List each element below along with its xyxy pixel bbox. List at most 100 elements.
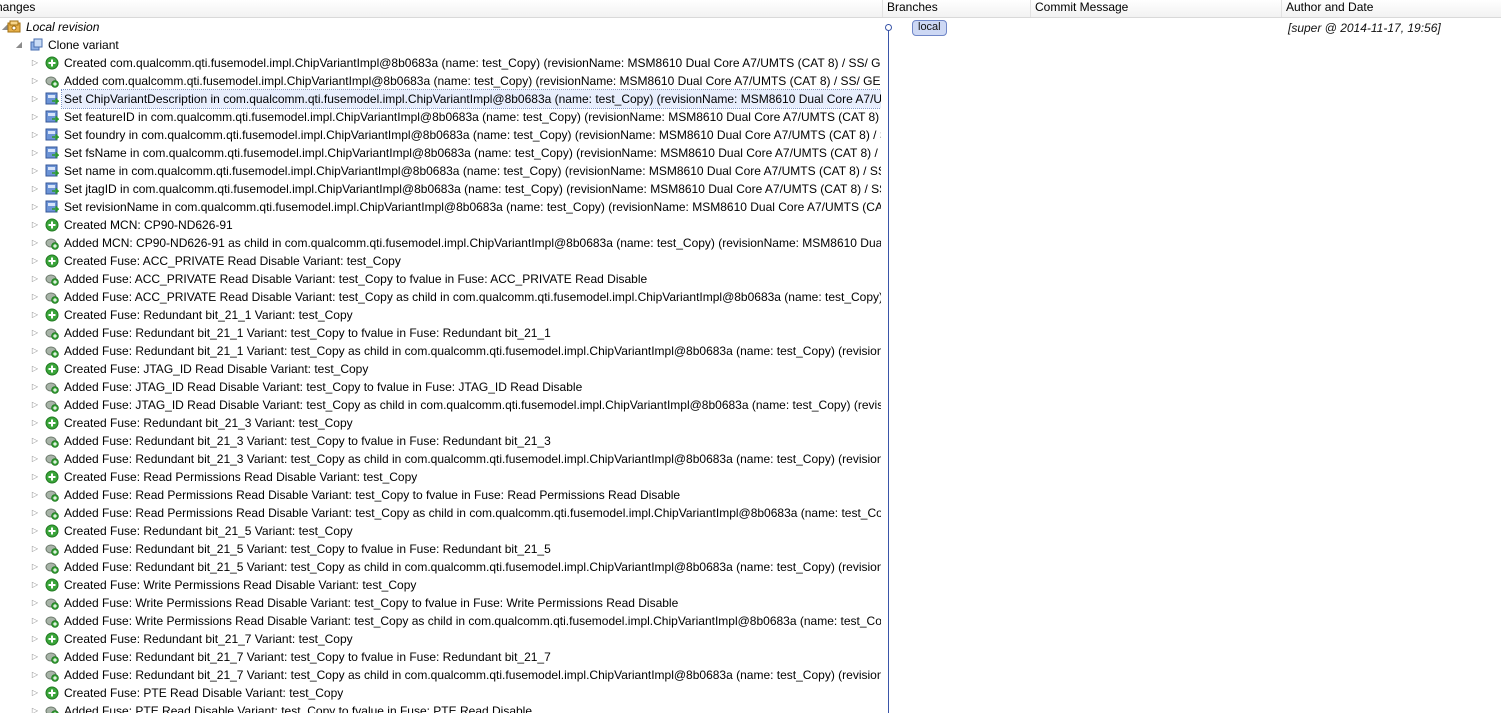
expand-arrow-icon[interactable]: ▷: [30, 180, 40, 198]
expand-arrow-icon[interactable]: ▷: [30, 450, 40, 468]
expand-arrow-icon[interactable]: ▷: [30, 342, 40, 360]
expand-arrow-icon[interactable]: ▷: [30, 90, 40, 108]
created-icon: [45, 686, 59, 700]
change-row[interactable]: ▷ Added Fuse: Redundant bit_21_3 Variant:…: [0, 450, 881, 468]
created-icon: [45, 578, 59, 592]
change-text: Created Fuse: Read Permissions Read Disa…: [64, 470, 418, 484]
expand-arrow-icon[interactable]: ▷: [30, 144, 40, 162]
change-text: Added Fuse: Redundant bit_21_3 Variant: …: [64, 434, 551, 448]
change-row[interactable]: ▷ Created Fuse: PTE Read Disable Variant:…: [0, 684, 881, 702]
change-row[interactable]: ▷ Added Fuse: Redundant bit_21_3 Variant:…: [0, 432, 881, 450]
change-text: Created Fuse: PTE Read Disable Variant: …: [64, 686, 344, 700]
expand-arrow-icon[interactable]: ▷: [30, 378, 40, 396]
column-header-commit-message[interactable]: Commit Message: [1031, 0, 1282, 17]
clone-variant-row[interactable]: ◢ Clone variant: [0, 36, 881, 54]
expand-arrow-icon[interactable]: ▷: [30, 360, 40, 378]
change-row[interactable]: ▷ Added MCN: CP90-ND626-91 as child in co…: [0, 234, 881, 252]
expand-arrow-icon[interactable]: ▷: [30, 486, 40, 504]
change-row[interactable]: ▷ Added Fuse: Read Permissions Read Disab…: [0, 504, 881, 522]
change-row[interactable]: ▷ Added Fuse: PTE Read Disable Variant: t…: [0, 702, 881, 713]
expand-arrow-icon[interactable]: ▷: [30, 108, 40, 126]
change-row[interactable]: ▷ Set name in com.qualcomm.qti.fusemodel.…: [0, 162, 881, 180]
expand-arrow-icon[interactable]: ▷: [30, 396, 40, 414]
set-icon: [45, 92, 59, 105]
change-row[interactable]: ▷ Added Fuse: JTAG_ID Read Disable Varian…: [0, 378, 881, 396]
change-row[interactable]: ▷ Added com.qualcomm.qti.fusemodel.impl.C…: [0, 72, 881, 90]
expand-arrow-icon[interactable]: ▷: [30, 630, 40, 648]
change-row[interactable]: ▷ Added Fuse: ACC_PRIVATE Read Disable Va…: [0, 270, 881, 288]
change-row[interactable]: ▷ Created Fuse: ACC_PRIVATE Read Disable …: [0, 252, 881, 270]
clone-variant-icon: [30, 38, 43, 51]
expand-arrow-icon[interactable]: ▷: [30, 648, 40, 666]
collapse-arrow-icon[interactable]: ◢: [14, 36, 24, 54]
column-header-branches[interactable]: Branches: [883, 0, 1031, 17]
column-header-changes[interactable]: hanges: [0, 0, 883, 17]
change-row[interactable]: ▷ Created Fuse: Write Permissions Read Di…: [0, 576, 881, 594]
change-row[interactable]: ▷ Added Fuse: Redundant bit_21_1 Variant:…: [0, 324, 881, 342]
change-row[interactable]: ▷ Set revisionName in com.qualcomm.qti.fu…: [0, 198, 881, 216]
added-icon: [45, 508, 59, 520]
change-row[interactable]: ▷ Added Fuse: Read Permissions Read Disab…: [0, 486, 881, 504]
expand-arrow-icon[interactable]: ▷: [30, 468, 40, 486]
expand-arrow-icon[interactable]: ▷: [30, 126, 40, 144]
branch-badge[interactable]: local: [912, 20, 947, 36]
expand-arrow-icon[interactable]: ▷: [30, 558, 40, 576]
change-row[interactable]: ▷ Created Fuse: Redundant bit_21_7 Varian…: [0, 630, 881, 648]
change-row[interactable]: ▷ Added Fuse: Write Permissions Read Disa…: [0, 594, 881, 612]
expand-arrow-icon[interactable]: ▷: [30, 306, 40, 324]
expand-arrow-icon[interactable]: ▷: [30, 414, 40, 432]
change-row[interactable]: ▷ Set ChipVariantDescription in com.qualc…: [0, 89, 881, 109]
column-header-author-date[interactable]: Author and Date: [1282, 0, 1501, 17]
change-row[interactable]: ▷ Created Fuse: Read Permissions Read Dis…: [0, 468, 881, 486]
expand-arrow-icon[interactable]: ▷: [30, 612, 40, 630]
change-row[interactable]: ▷ Set fsName in com.qualcomm.qti.fusemode…: [0, 144, 881, 162]
change-row[interactable]: ▷ Added Fuse: JTAG_ID Read Disable Varian…: [0, 396, 881, 414]
change-row[interactable]: ▷ Created Fuse: JTAG_ID Read Disable Vari…: [0, 360, 881, 378]
expand-arrow-icon[interactable]: ▷: [30, 288, 40, 306]
added-icon: [45, 598, 59, 610]
change-row[interactable]: ▷ Set foundry in com.qualcomm.qti.fusemod…: [0, 126, 881, 144]
expand-arrow-icon[interactable]: ▷: [30, 72, 40, 90]
change-row[interactable]: ▷ Added Fuse: Redundant bit_21_7 Variant:…: [0, 648, 881, 666]
expand-arrow-icon[interactable]: ▷: [30, 270, 40, 288]
changes-tree: ◢ Local revision ◢ Clone variant ▷ Created …: [0, 18, 881, 713]
added-icon: [45, 490, 59, 502]
expand-arrow-icon[interactable]: ▷: [30, 594, 40, 612]
change-row[interactable]: ▷ Set featureID in com.qualcomm.qti.fusem…: [0, 108, 881, 126]
change-row[interactable]: ▷ Created Fuse: Redundant bit_21_3 Varian…: [0, 414, 881, 432]
expand-arrow-icon[interactable]: ▷: [30, 702, 40, 713]
change-text: Created Fuse: Redundant bit_21_7 Variant…: [64, 632, 353, 646]
expand-arrow-icon[interactable]: ▷: [30, 324, 40, 342]
expand-arrow-icon[interactable]: ▷: [30, 540, 40, 558]
change-text: Set ChipVariantDescription in com.qualco…: [64, 92, 881, 106]
expand-arrow-icon[interactable]: ▷: [30, 216, 40, 234]
change-row[interactable]: ▷ Added Fuse: Redundant bit_21_1 Variant:…: [0, 342, 881, 360]
change-row[interactable]: ▷ Added Fuse: Redundant bit_21_5 Variant:…: [0, 558, 881, 576]
change-text: Created Fuse: Redundant bit_21_5 Variant…: [64, 524, 353, 538]
local-revision-row[interactable]: ◢ Local revision: [0, 18, 881, 36]
change-row[interactable]: ▷ Created com.qualcomm.qti.fusemodel.impl…: [0, 54, 881, 72]
change-row[interactable]: ▷ Created Fuse: Redundant bit_21_1 Varian…: [0, 306, 881, 324]
expand-arrow-icon[interactable]: ▷: [30, 234, 40, 252]
change-row[interactable]: ▷ Added Fuse: Write Permissions Read Disa…: [0, 612, 881, 630]
expand-arrow-icon[interactable]: ▷: [30, 252, 40, 270]
expand-arrow-icon[interactable]: ▷: [30, 432, 40, 450]
change-row[interactable]: ▷ Created MCN: CP90-ND626-91: [0, 216, 881, 234]
change-row[interactable]: ▷ Added Fuse: ACC_PRIVATE Read Disable Va…: [0, 288, 881, 306]
expand-arrow-icon[interactable]: ▷: [30, 504, 40, 522]
expand-arrow-icon[interactable]: ▷: [30, 522, 40, 540]
change-row[interactable]: ▷ Set jtagID in com.qualcomm.qti.fusemode…: [0, 180, 881, 198]
created-icon: [45, 470, 59, 484]
expand-arrow-icon[interactable]: ▷: [30, 198, 40, 216]
expand-arrow-icon[interactable]: ▷: [30, 684, 40, 702]
created-icon: [45, 632, 59, 646]
change-row[interactable]: ▷ Created Fuse: Redundant bit_21_5 Varian…: [0, 522, 881, 540]
expand-arrow-icon[interactable]: ▷: [30, 576, 40, 594]
expand-arrow-icon[interactable]: ▷: [30, 162, 40, 180]
change-row[interactable]: ▷ Added Fuse: Redundant bit_21_5 Variant:…: [0, 540, 881, 558]
expand-arrow-icon[interactable]: ▷: [30, 666, 40, 684]
expand-arrow-icon[interactable]: ▷: [30, 54, 40, 72]
change-text: Created Fuse: Redundant bit_21_1 Variant…: [64, 308, 353, 322]
change-row[interactable]: ▷ Added Fuse: Redundant bit_21_7 Variant:…: [0, 666, 881, 684]
added-icon: [45, 292, 59, 304]
